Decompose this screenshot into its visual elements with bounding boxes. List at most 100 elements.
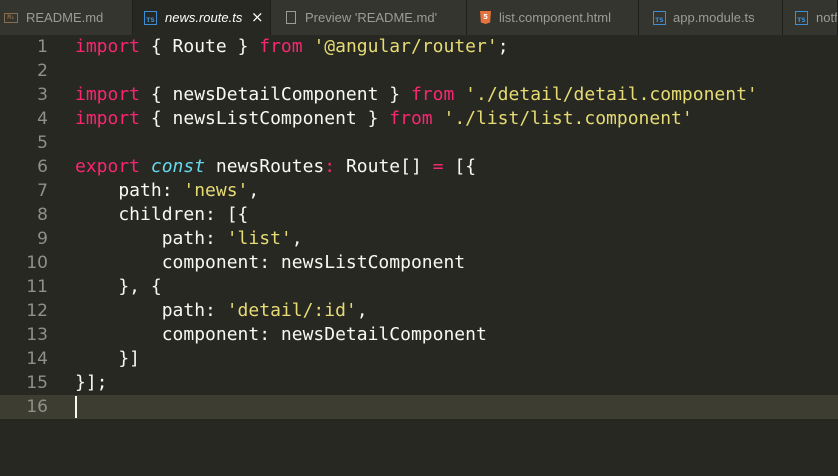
code-token: export <box>75 156 141 177</box>
code-token: }] <box>75 348 141 369</box>
text-cursor <box>75 396 77 418</box>
code-line[interactable]: 8 children: [{ <box>0 203 838 227</box>
code-token: path: <box>75 300 227 321</box>
code-text: }] <box>75 347 140 371</box>
code-token: const <box>150 156 206 177</box>
code-text: component: newsDetailComponent <box>75 323 487 347</box>
code-line[interactable]: 6 export const newsRoutes: Route[] = [{ <box>0 155 838 179</box>
code-token: import <box>75 36 141 57</box>
html5-icon: 5 <box>480 11 491 24</box>
line-number: 12 <box>26 301 48 321</box>
markdown-icon: M↓ <box>4 13 18 23</box>
code-token: import <box>75 84 141 105</box>
line-number: 4 <box>37 109 48 129</box>
close-icon[interactable]: × <box>251 0 264 35</box>
tab-news-route-ts[interactable]: TS news.route.ts × <box>133 0 271 35</box>
line-number: 2 <box>37 61 48 81</box>
code-token: }, { <box>75 276 162 297</box>
code-token: { newsDetailComponent } <box>140 84 411 105</box>
tab-label: news.route.ts <box>165 10 243 25</box>
code-token: path: <box>75 180 184 201</box>
tab-readme-md[interactable]: M↓ README.md <box>0 0 133 35</box>
code-token: from <box>410 84 455 105</box>
tab-label: README.md <box>26 10 104 25</box>
line-number: 16 <box>26 397 48 417</box>
code-line[interactable]: 13 component: newsDetailComponent <box>0 323 838 347</box>
code-line[interactable]: 2 <box>0 59 838 83</box>
line-number: 15 <box>26 373 48 393</box>
line-number: 9 <box>37 229 48 249</box>
tab-preview-readme[interactable]: Preview 'README.md' <box>271 0 467 35</box>
code-token: 'news' <box>183 180 249 201</box>
code-token: 'detail/:id' <box>226 300 357 321</box>
code-line[interactable]: 4 import { newsListComponent } from './li… <box>0 107 838 131</box>
code-text: import { newsListComponent } from './lis… <box>75 107 693 131</box>
code-token: './list/list.component' <box>443 108 693 129</box>
code-line[interactable]: 16 <box>0 395 838 419</box>
tab-app-module-ts[interactable]: TS app.module.ts <box>639 0 783 35</box>
code-text: children: [{ <box>75 203 248 227</box>
line-number: 11 <box>26 277 48 297</box>
tab-list-component-html[interactable]: 5 list.component.html <box>467 0 639 35</box>
code-token: newsRoutes <box>205 156 325 177</box>
code-text: }]; <box>75 371 108 395</box>
code-line[interactable]: 5 <box>0 131 838 155</box>
code-line[interactable]: 9 path: 'list', <box>0 227 838 251</box>
code-text: import { newsDetailComponent } from './d… <box>75 83 758 107</box>
code-token: component: newsDetailComponent <box>75 324 487 345</box>
tab-bar: M↓ README.md TS news.route.ts × Preview … <box>0 0 838 35</box>
code-line[interactable]: 15}]; <box>0 371 838 395</box>
code-token: { newsListComponent } <box>140 108 390 129</box>
code-line[interactable]: 3 import { newsDetailComponent } from './… <box>0 83 838 107</box>
line-number: 5 <box>37 133 48 153</box>
code-token: , <box>248 180 260 201</box>
code-text: import { Route } from '@angular/router'; <box>75 35 509 59</box>
code-token: { Route } <box>140 36 260 57</box>
tab-label: Preview 'README.md' <box>305 10 438 25</box>
code-text: path: 'news', <box>75 179 259 203</box>
code-line[interactable]: 10 component: newsListComponent <box>0 251 838 275</box>
code-line[interactable]: 1 import { Route } from '@angular/router'… <box>0 35 838 59</box>
line-number: 8 <box>37 205 48 225</box>
code-line[interactable]: 11 }, { <box>0 275 838 299</box>
code-token: '@angular/router' <box>313 36 498 57</box>
line-number: 10 <box>26 253 48 273</box>
tab-label: app.module.ts <box>673 10 755 25</box>
code-token: = <box>432 156 444 177</box>
code-token: , <box>356 300 368 321</box>
line-number: 3 <box>37 85 48 105</box>
code-text: export const newsRoutes: Route[] = [{ <box>75 155 476 179</box>
line-number: 13 <box>26 325 48 345</box>
code-token: from <box>389 108 433 129</box>
code-text: path: 'detail/:id', <box>75 299 368 323</box>
typescript-icon: TS <box>653 11 666 25</box>
code-token: component: newsListComponent <box>75 252 466 273</box>
code-line[interactable]: 12 path: 'detail/:id', <box>0 299 838 323</box>
code-token: import <box>75 108 141 129</box>
tab-label: notf <box>816 10 838 25</box>
code-token: 'list' <box>226 228 292 249</box>
code-editor: M↓ README.md TS news.route.ts × Preview … <box>0 0 838 476</box>
code-text: }, { <box>75 275 162 299</box>
typescript-icon: TS <box>144 11 157 25</box>
file-icon <box>286 11 296 24</box>
tab-label: list.component.html <box>499 10 611 25</box>
tab-notf[interactable]: TS notf <box>783 0 838 35</box>
code-token: './detail/detail.component' <box>465 84 758 105</box>
code-line[interactable]: 7 path: 'news', <box>0 179 838 203</box>
code-token: , <box>291 228 303 249</box>
code-token: Route[] <box>335 156 433 177</box>
code-token: : <box>324 156 336 177</box>
code-token: [{ <box>443 156 477 177</box>
code-text: component: newsListComponent <box>75 251 465 275</box>
line-number: 1 <box>37 37 48 57</box>
typescript-icon: TS <box>795 11 808 25</box>
line-number: 6 <box>37 157 48 177</box>
code-area[interactable]: 1 import { Route } from '@angular/router'… <box>0 35 838 476</box>
code-token: path: <box>75 228 227 249</box>
code-line[interactable]: 14 }] <box>0 347 838 371</box>
